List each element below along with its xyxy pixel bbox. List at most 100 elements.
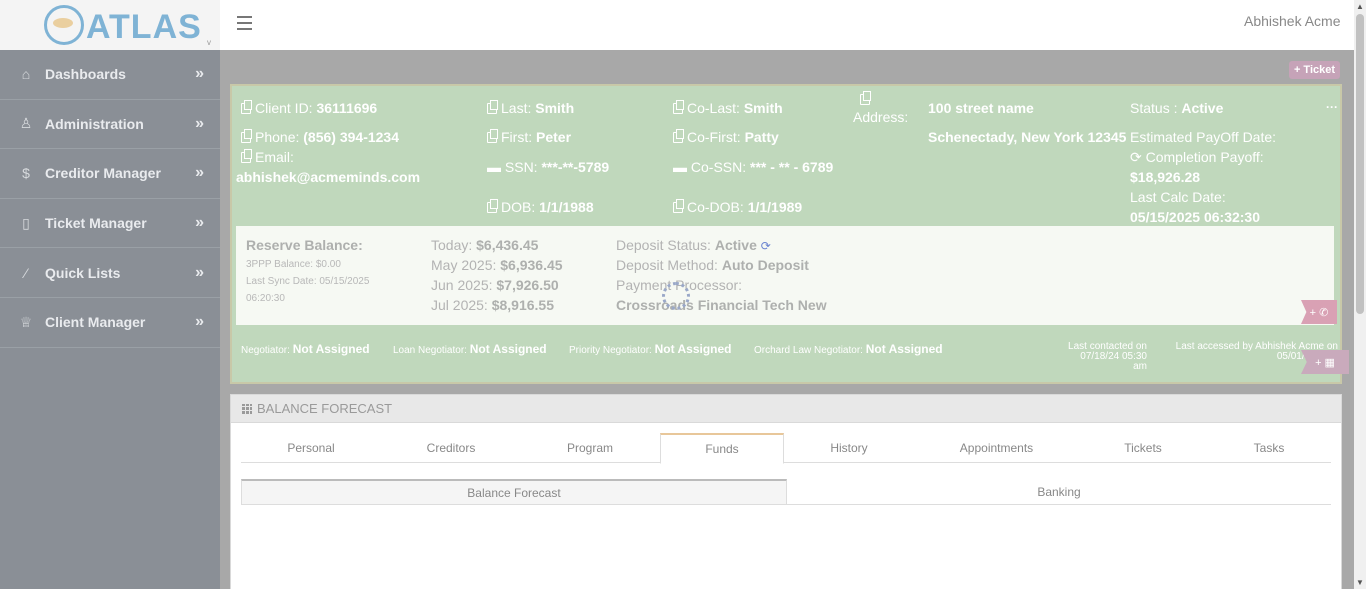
phone-field: Phone: (856) 394-1234 xyxy=(241,129,399,145)
jul-balance: Jul 2025: $8,916.55 xyxy=(431,297,555,313)
tab-history[interactable]: History xyxy=(784,433,914,463)
sidebar-item-ticket-manager[interactable]: ▯ Ticket Manager » xyxy=(0,199,220,249)
deposit-method: Deposit Method: Auto Deposit xyxy=(616,257,809,273)
negotiator-field: Negotiator: Not Assigned xyxy=(241,342,370,356)
last-calc-label: Last Calc Date: xyxy=(1130,189,1226,205)
last-sync-time: 06:20:30 xyxy=(246,293,285,304)
payoff-date-label: Estimated PayOff Date: xyxy=(1130,129,1277,145)
panel-title: BALANCE FORECAST xyxy=(257,401,393,416)
copy-icon[interactable] xyxy=(241,149,252,163)
last-sync-date: Last Sync Date: 05/15/2025 xyxy=(246,276,370,287)
copy-icon[interactable] xyxy=(487,199,498,213)
address-line2: Schenectady, New York 12345 xyxy=(928,129,1127,145)
sidebar-item-client-manager[interactable]: ♕ Client Manager » xyxy=(0,298,220,348)
phone-icon: + ✆ xyxy=(1309,306,1329,319)
priority-negotiator-field: Priority Negotiator: Not Assigned xyxy=(569,342,732,356)
briefcase-icon: ▬ xyxy=(673,159,691,175)
ssn-field: ▬ SSN: ***-**-5789 xyxy=(487,159,610,175)
subtab-balance-forecast[interactable]: Balance Forecast xyxy=(241,479,787,505)
payment-processor-value: Crossroads Financial Tech New xyxy=(616,297,827,313)
scroll-down-icon[interactable]: ▼ xyxy=(1356,578,1364,587)
more-options-icon[interactable]: ··· xyxy=(1326,100,1338,114)
address-label: Address: xyxy=(853,109,909,125)
globe-logo-icon xyxy=(44,5,84,45)
email-value: abhishek@acmeminds.com xyxy=(236,169,421,185)
tab-personal[interactable]: Personal xyxy=(241,433,381,463)
last-calc-value: 05/15/2025 06:32:30 xyxy=(1130,209,1260,225)
co-ssn-field: ▬ Co-SSN: *** - ** - 6789 xyxy=(673,159,834,175)
grid-icon xyxy=(242,403,252,414)
logo[interactable]: ATLAS v xyxy=(0,0,220,50)
add-appointment-tab[interactable]: + ▦ xyxy=(1301,350,1349,374)
chevron-right-icon: » xyxy=(195,114,204,132)
co-first-name-field: Co-First: Patty xyxy=(673,129,779,145)
client-info-card: Client ID: 36111696 Phone: (856) 394-123… xyxy=(230,84,1342,384)
client-id-field: Client ID: 36111696 xyxy=(241,100,377,116)
balance-forecast-panel: BALANCE FORECAST Personal Creditors Prog… xyxy=(230,394,1342,589)
completion-payoff-label: ⟳ Completion Payoff: xyxy=(1130,149,1264,165)
calendar-icon: + ▦ xyxy=(1315,356,1335,369)
add-ticket-button[interactable]: + Ticket xyxy=(1289,61,1340,79)
tab-tickets[interactable]: Tickets xyxy=(1079,433,1207,463)
chevron-right-icon: » xyxy=(195,263,204,281)
completion-payoff-value: $18,926.28 xyxy=(1130,169,1201,185)
copy-icon[interactable] xyxy=(673,100,684,114)
scroll-thumb[interactable] xyxy=(1356,14,1364,314)
dollar-icon: $ xyxy=(22,165,30,182)
loan-negotiator-field: Loan Negotiator: Not Assigned xyxy=(393,342,547,356)
status-field: Status : Active xyxy=(1130,100,1224,116)
crown-icon: ♕ xyxy=(19,313,33,330)
sub-tabs: Balance Forecast Banking xyxy=(241,479,1331,505)
loading-spinner-icon xyxy=(662,282,690,310)
wand-icon: ⁄ xyxy=(24,264,28,281)
tab-creditors[interactable]: Creditors xyxy=(381,433,521,463)
sidebar-item-label: Ticket Manager xyxy=(45,215,147,232)
hamburger-menu-icon[interactable] xyxy=(237,16,252,30)
co-last-name-field: Co-Last: Smith xyxy=(673,100,783,116)
top-header: Abhishek Acme xyxy=(220,0,1354,50)
logo-text: ATLAS xyxy=(86,8,202,46)
tab-appointments[interactable]: Appointments xyxy=(914,433,1079,463)
reserve-title: Reserve Balance: xyxy=(246,237,363,253)
user-icon: ♙ xyxy=(19,115,33,132)
first-name-field: First: Peter xyxy=(487,129,571,145)
sidebar-item-creditor-manager[interactable]: $ Creditor Manager » xyxy=(0,149,220,199)
sidebar-item-administration[interactable]: ♙ Administration » xyxy=(0,100,220,150)
logo-caret-icon: v xyxy=(207,38,211,47)
tab-funds[interactable]: Funds xyxy=(660,433,784,464)
copy-icon[interactable] xyxy=(241,129,252,143)
sidebar-item-label: Quick Lists xyxy=(45,264,121,281)
reserve-balance-panel: Reserve Balance: 3PPP Balance: $0.00 Las… xyxy=(236,226,1334,325)
copy-icon[interactable] xyxy=(487,100,498,114)
today-balance: Today: $6,436.45 xyxy=(431,237,539,253)
sync-icon[interactable]: ⟳ xyxy=(761,239,771,253)
jun-balance: Jun 2025: $7,926.50 xyxy=(431,277,559,293)
email-label: Email: xyxy=(241,149,294,165)
chevron-right-icon: » xyxy=(195,313,204,331)
sidebar-item-quick-lists[interactable]: ⁄ Quick Lists » xyxy=(0,248,220,298)
last-name-field: Last: Smith xyxy=(487,100,574,116)
copy-icon[interactable] xyxy=(487,129,498,143)
refresh-icon[interactable]: ⟳ xyxy=(1130,149,1142,165)
copy-icon[interactable] xyxy=(241,100,252,114)
dob-field: DOB: 1/1/1988 xyxy=(487,199,594,215)
subtab-banking[interactable]: Banking xyxy=(787,479,1331,505)
address-copy xyxy=(860,91,874,107)
user-name[interactable]: Abhishek Acme xyxy=(1244,13,1354,29)
copy-icon[interactable] xyxy=(860,91,871,105)
may-balance: May 2025: $6,936.45 xyxy=(431,257,563,273)
add-call-tab[interactable]: + ✆ xyxy=(1301,300,1337,324)
tab-tasks[interactable]: Tasks xyxy=(1207,433,1331,463)
last-contacted: Last contacted on 07/18/24 05:30 am xyxy=(1068,341,1147,372)
page-scrollbar[interactable]: ▲ ▼ xyxy=(1354,0,1366,589)
sidebar-item-dashboards[interactable]: ⌂ Dashboards » xyxy=(0,50,220,100)
scroll-up-icon[interactable]: ▲ xyxy=(1356,2,1364,11)
chevron-right-icon: » xyxy=(195,65,204,83)
home-icon: ⌂ xyxy=(21,66,31,83)
tab-program[interactable]: Program xyxy=(521,433,659,463)
sidebar-item-label: Administration xyxy=(45,115,144,132)
copy-icon[interactable] xyxy=(673,129,684,143)
copy-icon[interactable] xyxy=(673,199,684,213)
document-icon: ▯ xyxy=(22,214,30,231)
sidebar-item-label: Client Manager xyxy=(45,314,146,331)
